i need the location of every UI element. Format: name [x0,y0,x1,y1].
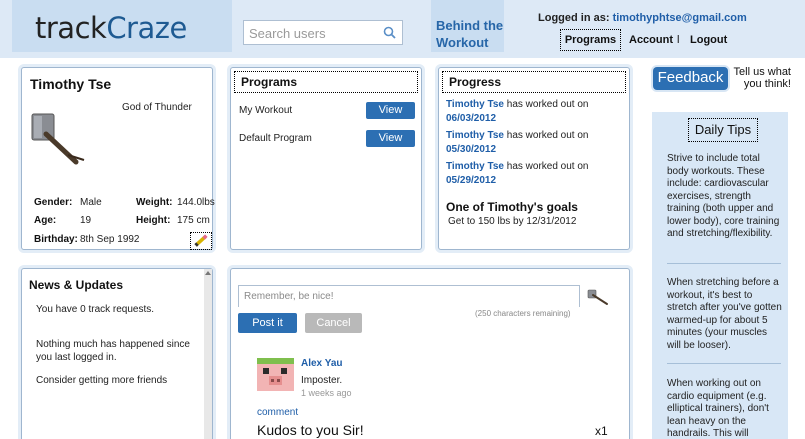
comment-text: Imposter. [301,375,343,386]
search-input[interactable] [249,24,379,42]
comment-author-link[interactable]: Alex Yau [301,358,343,369]
view-my-workout-button[interactable]: View [366,102,415,119]
scroll-up-arrow-icon[interactable] [205,271,211,275]
profile-panel: Timothy Tse God of Thunder Gender: Male … [21,67,215,250]
programs-title: Programs [234,71,418,93]
news-panel: News & Updates You have 0 track requests… [21,268,213,439]
news-item: Consider getting more friends [36,375,168,386]
logo-craze-text: Craze [106,11,187,45]
progress-text: has worked out on [503,99,589,110]
pig-avatar-icon[interactable] [257,358,294,391]
goal-item: Get to 150 lbs by 12/31/2012 [448,216,577,227]
progress-text: has worked out on [503,161,589,172]
programs-panel: Programs My Workout View Default Program… [230,67,422,250]
logged-in-label: Logged in as: [538,12,610,24]
tip-divider [667,363,781,364]
nav-separator: l [677,34,680,46]
behind-the-workout-link[interactable]: Behind the Workout [436,17,504,51]
progress-entry: Timothy Tse has worked out on 06/03/2012 [446,98,626,126]
daily-tips-title: Daily Tips [688,118,758,142]
edit-profile-button[interactable] [190,232,212,250]
site-logo[interactable]: trackCraze [35,11,187,45]
top-header: trackCraze Behind the Workout Logged in … [0,0,805,58]
nav-programs-link[interactable]: Programs [560,29,621,51]
progress-title: Progress [442,71,626,93]
program-name-my-workout[interactable]: My Workout [239,105,292,116]
feedback-button[interactable]: Feedback [653,67,728,90]
search-icon[interactable] [383,26,396,39]
progress-text: has worked out on [503,130,589,141]
birthday-label: Birthday: [34,234,78,245]
behind-the-workout-line2: Workout [436,35,489,50]
birthday-value: 8th Sep 1992 [80,234,140,245]
gender-value: Male [80,197,102,208]
nav-logout-link[interactable]: Logout [690,34,727,46]
progress-panel: Progress Timothy Tse has worked out on 0… [438,67,630,250]
post-input[interactable] [239,286,579,307]
news-scrollbar[interactable] [204,269,212,439]
logged-in-info: Logged in as: timothyphtse@gmail.com [538,12,747,24]
profile-name: Timothy Tse [30,76,112,92]
characters-remaining: (250 characters remaining) [475,309,571,318]
tip-divider [667,263,781,264]
age-label: Age: [34,215,57,226]
pencil-icon [194,234,208,247]
post-it-button[interactable]: Post it [238,313,297,333]
weight-label: Weight: [136,197,173,208]
post-input-box [238,285,580,307]
weight-value: 144.0lbs [177,197,215,208]
progress-date-link[interactable]: 05/30/2012 [446,144,496,155]
progress-entry: Timothy Tse has worked out on 05/30/2012 [446,129,626,157]
hammer-avatar-icon [31,113,85,165]
comment-timestamp: 1 weeks ago [301,388,352,398]
search-box [243,20,403,45]
goals-title: One of Timothy's goals [446,200,578,214]
progress-user-link[interactable]: Timothy Tse [446,161,504,172]
logo-track-text: track [35,11,107,45]
behind-the-workout-line1: Behind the [436,18,504,33]
view-default-program-button[interactable]: View [366,130,415,147]
logged-in-email-link[interactable]: timothyphtse@gmail.com [613,12,747,24]
kudos-count: x1 [595,424,608,438]
post-panel: (250 characters remaining) Post it Cance… [230,268,630,439]
tip-item: When stretching before a workout, it's b… [667,277,782,351]
tip-item: When working out on cardio equipment (e.… [667,378,769,439]
profile-title: God of Thunder [122,102,192,113]
height-value: 175 cm [177,215,210,226]
kudos-text: Kudos to you Sir! [257,422,364,438]
news-title: News & Updates [29,278,124,292]
program-name-default[interactable]: Default Program [239,133,312,144]
age-value: 19 [80,215,92,226]
feedback-tagline: Tell us what you think! [733,66,791,90]
cancel-button[interactable]: Cancel [305,313,362,333]
progress-date-link[interactable]: 06/03/2012 [446,113,496,124]
news-item: Nothing much has happened since you last… [36,339,190,363]
nav-account-link[interactable]: Account [629,34,673,46]
news-item: You have 0 track requests. [36,304,155,315]
hammer-icon [587,289,608,305]
tip-item: Strive to include total body workouts. T… [667,153,780,239]
progress-user-link[interactable]: Timothy Tse [446,130,504,141]
height-label: Height: [136,215,171,226]
progress-user-link[interactable]: Timothy Tse [446,99,504,110]
progress-date-link[interactable]: 05/29/2012 [446,175,496,186]
gender-label: Gender: [34,197,73,208]
progress-entry: Timothy Tse has worked out on 05/29/2012 [446,160,626,188]
comment-link[interactable]: comment [257,407,298,418]
